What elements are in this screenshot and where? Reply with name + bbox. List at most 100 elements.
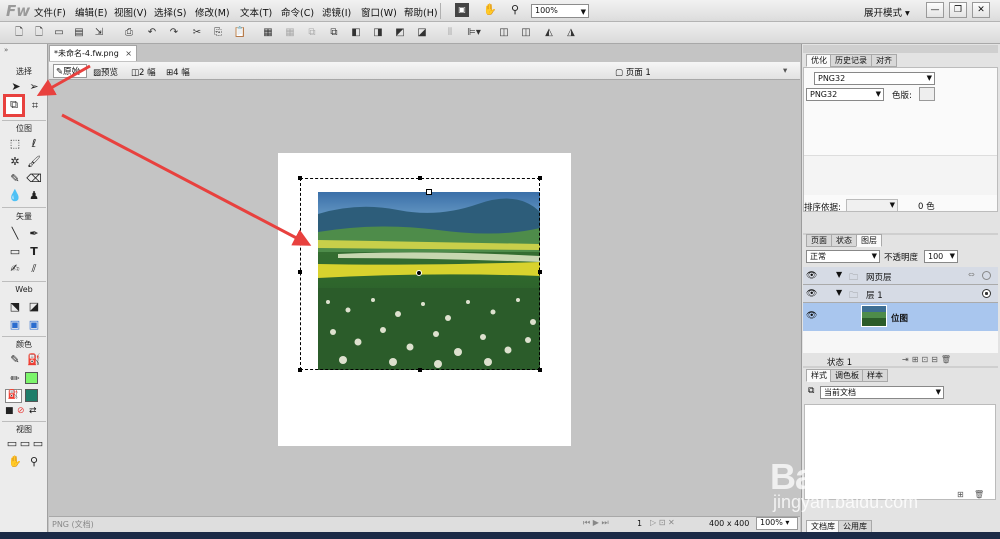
eye-icon[interactable]: 👁 [806,271,817,281]
layer-actions-icons[interactable]: ⇥⊞⊡⊟🗑 [902,355,954,364]
resize-handle[interactable] [298,368,302,372]
divider [2,336,46,337]
page-select[interactable]: ▢ 页面 1 [615,66,651,78]
layer-row-1[interactable] [803,285,998,303]
annotation-arrows [36,64,312,246]
color-count: 0 色 [918,202,935,212]
sort-select[interactable]: ▼ [846,199,898,212]
blend-mode-select[interactable]: 正常 ▼ [806,250,880,263]
resize-handle[interactable] [538,270,542,274]
menu-window[interactable]: 窗口(W) [361,5,397,19]
section-view: 视图 [16,425,32,434]
stroke-pencil-icon[interactable]: ✏ [7,371,23,387]
eye-icon[interactable]: 👁 [806,311,817,321]
fill-bucket-icon[interactable]: ⛽ [5,389,22,403]
eye-icon[interactable]: 👁 [806,289,817,299]
opacity-input[interactable]: 100 ▼ [924,250,958,263]
tab-pages[interactable]: 页面 [806,234,832,247]
menu-help[interactable]: 帮助(H) [404,5,438,19]
resize-handle[interactable] [298,270,302,274]
flip-vertical-icon[interactable]: ◮ [564,26,578,40]
send-back-icon[interactable]: ◪ [415,26,429,40]
folder-icon: 🗀 [849,291,859,301]
delete-style-icon[interactable]: 🗑 [974,490,984,499]
hide-slices-icon[interactable]: ▣ [7,317,23,333]
zoom-icon[interactable]: ⚲ [507,2,523,18]
tab-history[interactable]: 历史记录 [830,54,872,67]
knife-tool-icon[interactable]: ⫽ [26,261,42,277]
show-slices-icon[interactable]: ▣ [26,317,42,333]
resize-handle[interactable] [538,176,542,180]
frame-controls[interactable]: ⏮ ▶ ⏭ [583,518,609,528]
layer-target-icon[interactable] [982,289,991,298]
resize-handle[interactable] [418,368,422,372]
swap-colors-icon[interactable]: ⇄ [29,406,37,416]
split-icon[interactable]: ⧉ [327,26,341,40]
layer-target-icon[interactable] [982,271,991,280]
eyedropper-tool-icon[interactable]: ✎ [7,352,23,368]
os-taskbar [0,532,1000,539]
tab-layers[interactable]: 图层 [856,234,882,247]
slice-tool-icon[interactable]: ◪ [26,299,42,315]
layer-name: 层 1 [866,291,883,301]
no-color-icon[interactable]: ⊘ [17,406,25,416]
close-button[interactable]: ✕ [972,2,990,18]
menu-filters[interactable]: 滤镜(I) [322,5,351,19]
tab-states[interactable]: 状态 [831,234,857,247]
stroke-color-swatch[interactable] [25,372,38,384]
document-icon[interactable]: ▣ [455,3,469,17]
format-select[interactable]: PNG32 ▼ [806,88,884,101]
resize-handle[interactable] [538,368,542,372]
paint-bucket-icon[interactable]: ⛽ [26,352,42,368]
restore-button[interactable]: ❐ [949,2,967,18]
frame-nav[interactable]: ▷ ⊡ ✕ [650,518,675,527]
resize-handle[interactable] [426,189,432,195]
default-colors-icon[interactable]: ■ [5,406,14,416]
layer-name: 网页层 [866,273,892,283]
matte-swatch[interactable] [919,87,935,101]
workspace-switcher[interactable]: 展开模式 ▾ [864,5,910,19]
freeform-tool-icon[interactable]: ✍ [7,261,23,277]
flip-horizontal-icon[interactable]: ◭ [542,26,556,40]
expand-icon[interactable]: ▼ [836,270,842,279]
bring-front-icon[interactable]: ◧ [349,26,363,40]
new-style-icon[interactable]: ⊞ [957,490,964,499]
tab-samples[interactable]: 样本 [862,369,888,382]
opacity-label: 不透明度 [884,253,919,263]
send-backward-icon[interactable]: ◩ [393,26,407,40]
library-select[interactable]: 当前文档 ▼ [820,386,944,399]
export-format-select[interactable]: PNG32 ▼ [814,72,935,85]
bring-forward-icon[interactable]: ◨ [371,26,385,40]
tab-align[interactable]: 对齐 [871,54,897,67]
fullscreen-icon[interactable]: ▭ [30,436,46,452]
library-icon: ⧉ [808,386,815,396]
frame-number: 1 [637,519,643,528]
align-dropdown-icon[interactable]: ⊫▾ [464,26,484,40]
expand-icon[interactable]: ▼ [836,288,842,297]
sort-label: 排序依据: [804,203,841,213]
hand-tool-icon[interactable]: ✋ [7,454,23,470]
rotate-left-icon[interactable]: ◫ [497,26,511,40]
bitmap-thumbnail [861,305,887,327]
rotate-right-icon[interactable]: ◫ [519,26,533,40]
panel-grip[interactable] [803,45,998,53]
zoom-tool-icon[interactable]: ⚲ [26,454,42,470]
tab-optimize[interactable]: 优化 [806,54,832,67]
page-dropdown-icon[interactable]: ▾ [783,66,787,76]
fill-color-swatch[interactable] [25,389,38,402]
status-zoom-select[interactable]: 100% ▾ [756,517,798,530]
status-bar [49,516,800,532]
layers-empty-area [803,331,998,353]
zoom-select[interactable]: 100% ▼ [531,4,589,18]
rotation-center[interactable] [416,270,422,276]
share-icon[interactable]: ⇔ [968,270,975,279]
align-icon[interactable]: ⫴ [443,26,457,40]
minimize-button[interactable]: — [926,2,944,18]
tab-styles[interactable]: 样式 [806,369,832,382]
divider [2,281,46,282]
resize-handle[interactable] [418,176,422,180]
hotspot-tool-icon[interactable]: ⬔ [7,299,23,315]
tab-swatches[interactable]: 调色板 [830,369,864,382]
panel-grip[interactable] [803,366,998,368]
hand-icon[interactable]: ✋ [482,2,498,18]
